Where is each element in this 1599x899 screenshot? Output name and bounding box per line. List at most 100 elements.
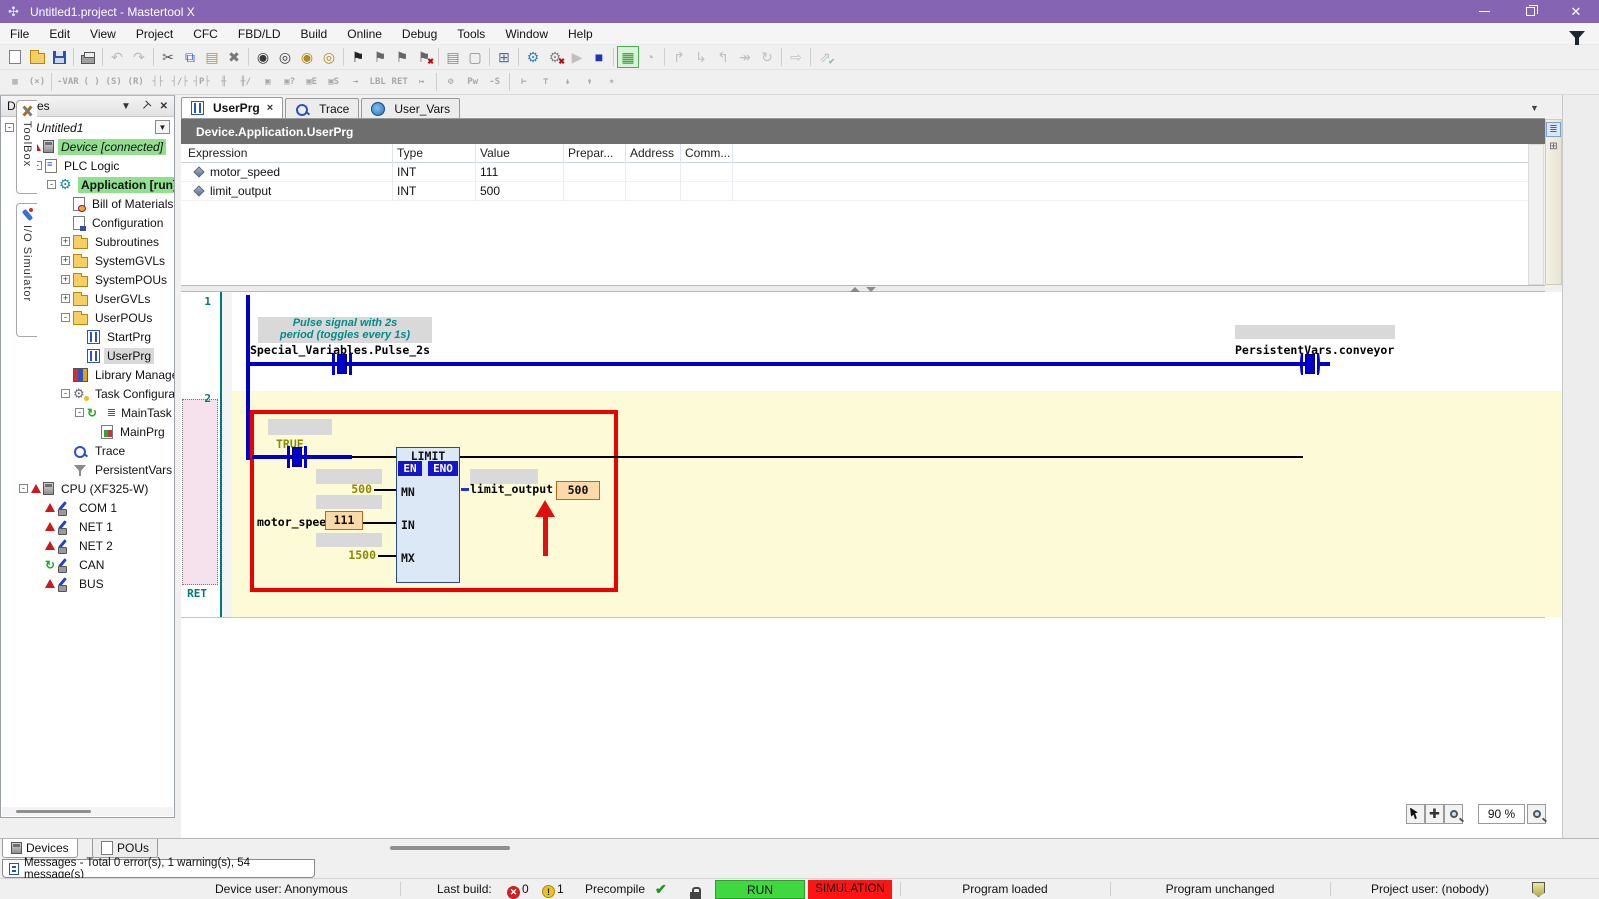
shield-icon[interactable] [1532, 882, 1545, 897]
limit-function-block[interactable]: LIMIT EN ENO MN IN MX [396, 447, 460, 583]
search-next-button[interactable]: ◎ [274, 46, 296, 68]
ld-edge-detection-button[interactable]: Pw [462, 71, 484, 93]
tree-expander[interactable]: - [47, 180, 56, 189]
copy-button[interactable]: ⧉ [179, 46, 201, 68]
pan-tool-button[interactable]: ✚ [1425, 804, 1444, 824]
zoom-tool-button[interactable] [1444, 804, 1463, 824]
tab-userprg[interactable]: UserPrg × [181, 97, 284, 118]
undo-button[interactable]: ↶ [106, 46, 128, 68]
network-1-comment[interactable]: Pulse signal with 2s period (toggles ever… [258, 317, 432, 343]
watch-type-cell[interactable]: INT [393, 162, 476, 182]
tree-item-can[interactable]: ↻ CAN [1, 555, 174, 574]
tree-item-net-1[interactable]: NET 1 [1, 517, 174, 536]
editor-horizontal-scrollbar[interactable] [390, 846, 510, 850]
tree-item-cpu-xf325-w[interactable]: - CPU (XF325-W) [1, 479, 174, 498]
save-project-button[interactable] [48, 46, 70, 68]
out-operand-label[interactable]: limit_output [470, 482, 553, 496]
mn-value-literal[interactable]: 500 [340, 482, 372, 496]
contact-pulse-2s[interactable] [332, 353, 352, 375]
contact-true[interactable] [287, 446, 307, 468]
menu-item-file[interactable]: File [0, 24, 39, 44]
editor-splitter[interactable] [181, 285, 1545, 292]
zoom-fit-button[interactable] [1527, 804, 1546, 824]
tree-item-mainprg[interactable]: MainPrg [1, 422, 174, 441]
menu-item-debug[interactable]: Debug [392, 24, 447, 44]
stop-button[interactable]: ■ [588, 46, 610, 68]
watch-column-comm[interactable]: Comm... [681, 143, 733, 163]
network-1-number[interactable]: 1 [181, 295, 211, 308]
watch-empty-cell[interactable] [681, 181, 733, 201]
watch-empty-cell[interactable] [626, 181, 681, 201]
step-out-button[interactable]: ↰ [712, 46, 734, 68]
tree-expander[interactable]: + [61, 237, 70, 246]
ld-insert-contact-button[interactable]: ┤├ [147, 71, 169, 93]
tab-trace[interactable]: Trace [285, 98, 360, 118]
ld-insert-parallel-contact-button[interactable]: ╫ [213, 71, 235, 93]
zoom-level[interactable]: 90 % [1478, 804, 1525, 824]
restore-button[interactable] [1507, 0, 1553, 23]
watch-scrollbar[interactable] [1528, 144, 1544, 285]
minimize-button[interactable] [1461, 0, 1507, 23]
bottom-tab-devices[interactable]: Devices [2, 839, 78, 858]
redo-button[interactable]: ↷ [128, 46, 150, 68]
watch-row-limit-output[interactable]: limit_output INT 500 [181, 181, 1528, 201]
network-2-contact-comment[interactable] [268, 419, 332, 435]
watch-column-prepar[interactable]: Prepar... [564, 143, 626, 163]
menu-item-fbd-ld[interactable]: FBD/LD [228, 24, 291, 44]
devices-horizontal-scrollbar[interactable] [2, 807, 173, 816]
watch-empty-cell[interactable] [564, 162, 626, 182]
table-view-button[interactable]: ⊞ [1546, 139, 1561, 154]
clear-bookmarks-button[interactable]: ⚑ ✖ [413, 46, 435, 68]
ld-update-parameters-button[interactable]: ✶ [601, 71, 623, 93]
run-to-cursor-button[interactable]: ↠ [734, 46, 756, 68]
watch-column-type[interactable]: Type [393, 143, 476, 163]
tree-item-bus[interactable]: BUS [1, 574, 174, 593]
previous-bookmark-button[interactable]: ⚑ [369, 46, 391, 68]
tree-item-persistentvars[interactable]: PersistentVars [1, 460, 174, 479]
force-values-button[interactable]: ⇨ [785, 46, 807, 68]
menu-item-online[interactable]: Online [337, 24, 392, 44]
watch-value-cell[interactable]: 500 [476, 181, 564, 201]
step-into-button[interactable]: ↳ [690, 46, 712, 68]
print-button[interactable] [77, 46, 99, 68]
ld-insert-box-with-en-button[interactable]: ▣S [323, 71, 345, 93]
ld-insert-negated-contact-button[interactable]: ┤/├ [169, 71, 191, 93]
watch-empty-cell[interactable] [564, 181, 626, 201]
close-button[interactable]: ✕ [1553, 0, 1599, 23]
ld-insert-reset-coil-button[interactable]: (R) [125, 71, 147, 93]
tree-expander[interactable]: - [61, 313, 70, 322]
tab-list-dropdown-icon[interactable]: ▼ [1530, 103, 1539, 113]
build-button[interactable]: ⊞ [493, 46, 515, 68]
watch-row-motor-speed[interactable]: motor_speed INT 111 [181, 162, 1528, 182]
watch-column-address[interactable]: Address [626, 143, 681, 163]
in-operand-label[interactable]: motor_speed [257, 515, 333, 529]
watch-empty-cell[interactable] [681, 162, 733, 182]
replace-button[interactable]: ◉ [296, 46, 318, 68]
tab-user-vars[interactable]: User_Vars [361, 98, 461, 118]
ld-insert-parallel-negated-contact-button[interactable]: ╫/ [235, 71, 257, 93]
ld-insert-label-button[interactable]: LBL [367, 71, 389, 93]
ld-insert-var-declaration-button[interactable]: -VAR [55, 71, 81, 93]
ld-insert-function-block-params-button[interactable]: ▣? [279, 71, 301, 93]
tree-expander[interactable]: - [75, 408, 84, 417]
io-simulator-tab[interactable]: I/O Simulator [16, 203, 37, 337]
delete-button[interactable]: ✖ [223, 46, 245, 68]
ld-insert-branch-button[interactable]: ⊢ [513, 71, 535, 93]
tree-expander[interactable]: + [61, 294, 70, 303]
declaration-view-button[interactable]: ≣ [1546, 122, 1561, 137]
menu-item-view[interactable]: View [80, 24, 126, 44]
bottom-tab-pous[interactable]: POUs [92, 839, 159, 858]
watch-empty-cell[interactable] [626, 162, 681, 182]
next-bookmark-button[interactable]: ⚑ [391, 46, 413, 68]
tree-item-library-manager[interactable]: Library Manager [1, 365, 174, 384]
in-comment[interactable] [316, 495, 382, 509]
write-values-button[interactable]: ⇗ ✔ [814, 46, 836, 68]
coil-conveyor[interactable] [1300, 353, 1320, 375]
start-button[interactable]: ▶ [566, 46, 588, 68]
ld-insert-jump-button[interactable]: → [345, 71, 367, 93]
select-tool-button[interactable] [1406, 804, 1425, 824]
simulation-mode-button[interactable]: ▦ [617, 46, 639, 68]
tree-expander[interactable]: - [19, 484, 28, 493]
tree-item-maintask[interactable]: -↻ MainTask [1, 403, 174, 422]
ld-move-network-down-button[interactable]: ↡ [557, 71, 579, 93]
